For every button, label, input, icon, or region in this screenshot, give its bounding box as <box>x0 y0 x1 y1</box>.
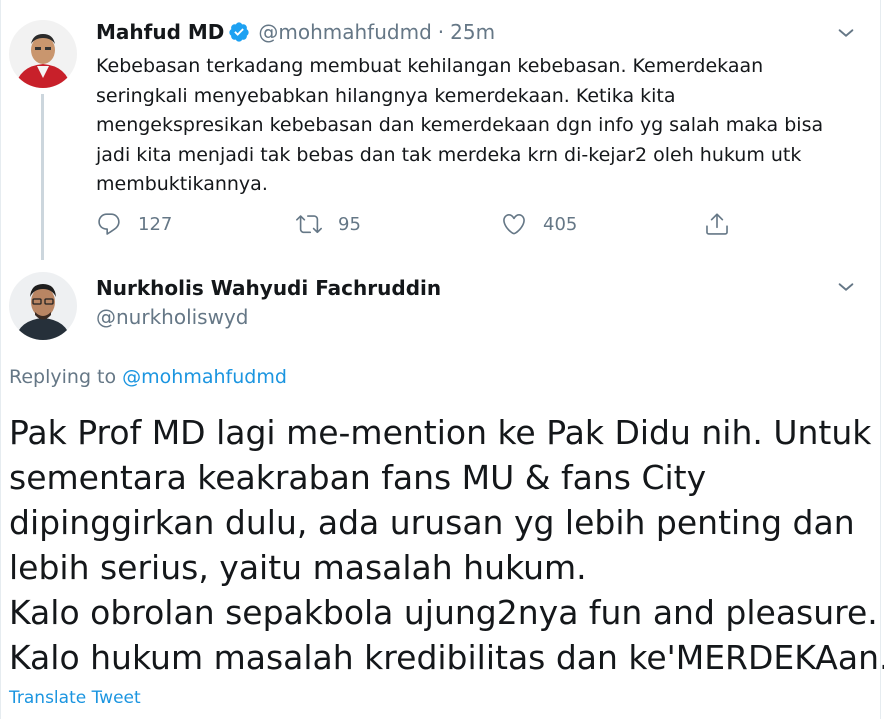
display-name[interactable]: Mahfud MD <box>96 20 224 44</box>
replying-to: Replying to @mohmahfudmd <box>9 366 287 388</box>
retweet-button[interactable]: 95 <box>296 208 361 240</box>
share-icon <box>706 213 728 235</box>
parent-tweet-header: Mahfud MD @mohmahfudmd · 25m <box>96 18 495 46</box>
reply-tweet-text: Pak Prof MD lagi me-mention ke Pak Didu … <box>9 410 884 680</box>
tweet-text-line: sementara keakraban fans MU & fans City <box>9 458 707 497</box>
translate-tweet-link[interactable]: Translate Tweet <box>9 688 141 708</box>
share-button[interactable] <box>704 208 730 240</box>
timestamp[interactable]: 25m <box>450 20 495 44</box>
chevron-down-icon[interactable] <box>835 22 857 44</box>
tweet-text-line: dipinggirkan dulu, ada urusan yg lebih p… <box>9 503 855 542</box>
tweet-text-line: membuktikannya. <box>96 173 268 195</box>
heart-icon <box>503 213 525 235</box>
display-name[interactable]: Nurkholis Wahyudi Fachruddin <box>96 276 441 300</box>
tweet-text-line: mengekspresikan kebebasan dan kemerdekaa… <box>96 114 824 136</box>
verified-badge-icon <box>229 22 249 42</box>
retweet-icon <box>296 215 322 234</box>
tweet-text-line: Kalo obrolan sepakbola ujung2nya fun and… <box>9 593 878 632</box>
chevron-down-icon[interactable] <box>835 276 857 298</box>
replying-to-link[interactable]: @mohmahfudmd <box>122 366 287 388</box>
tweet-text-line: Pak Prof MD lagi me-mention ke Pak Didu … <box>9 413 872 452</box>
tweet-text-line: lebih serius, yaitu masalah hukum. <box>9 548 587 587</box>
retweet-count: 95 <box>338 213 361 235</box>
reply-count: 127 <box>138 213 173 235</box>
tweet-thread: Mahfud MD @mohmahfudmd · 25m Kebebasan t… <box>0 0 884 719</box>
tweet-text-line: Kalo hukum masalah kredibilitas dan ke'M… <box>9 638 884 677</box>
tweet-text-line: seringkali menyebabkan hilangnya kemerde… <box>96 84 676 107</box>
replying-to-label: Replying to <box>9 366 123 388</box>
thread-line <box>41 94 44 260</box>
reply-button[interactable]: 127 <box>96 208 172 240</box>
like-button[interactable]: 405 <box>501 208 577 240</box>
separator-dot: · <box>437 20 445 44</box>
reply-icon <box>98 213 120 235</box>
parent-tweet-text: Kebebasan terkadang membuat kehilangan k… <box>96 52 856 200</box>
tweet-text-line: jadi kita menjadi tak bebas dan tak merd… <box>96 143 802 166</box>
like-count: 405 <box>543 213 578 235</box>
tweet-text-line: Kebebasan terkadang membuat kehilangan k… <box>96 55 764 77</box>
user-handle[interactable]: @mohmahfudmd <box>258 20 431 44</box>
avatar[interactable] <box>9 272 77 340</box>
avatar[interactable] <box>9 20 77 88</box>
user-handle[interactable]: @nurkholiswyd <box>96 305 249 329</box>
